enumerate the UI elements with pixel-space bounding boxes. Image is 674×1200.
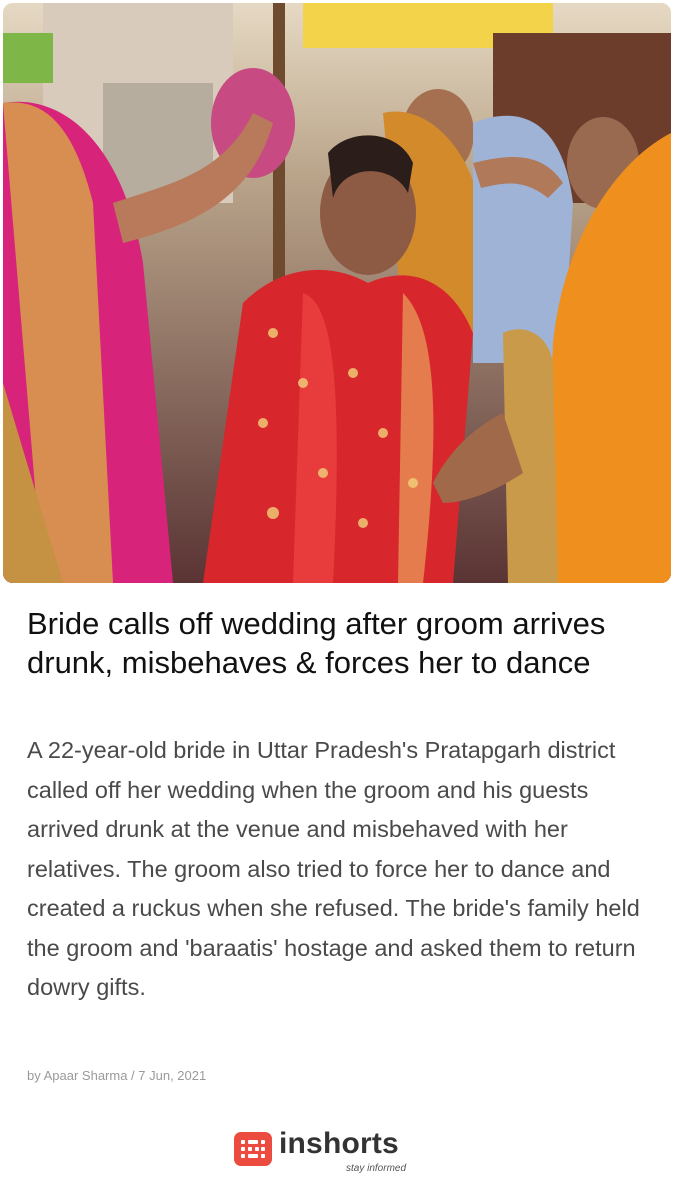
inshorts-logo[interactable]: inshorts stay informed xyxy=(234,1127,424,1180)
article-body: A 22-year-old bride in Uttar Pradesh's P… xyxy=(27,737,640,1000)
article-photo-illustration xyxy=(3,3,671,583)
news-card: Bride calls off wedding after groom arri… xyxy=(0,0,674,1200)
article-headline: Bride calls off wedding after groom arri… xyxy=(27,606,606,680)
brand-tagline: stay informed xyxy=(346,1163,407,1174)
brand-name: inshorts xyxy=(279,1127,399,1160)
article-byline: by Apaar Sharma / 7 Jun, 2021 xyxy=(27,1068,207,1083)
inshorts-logo-icon xyxy=(234,1132,272,1166)
article-photo xyxy=(3,3,671,583)
